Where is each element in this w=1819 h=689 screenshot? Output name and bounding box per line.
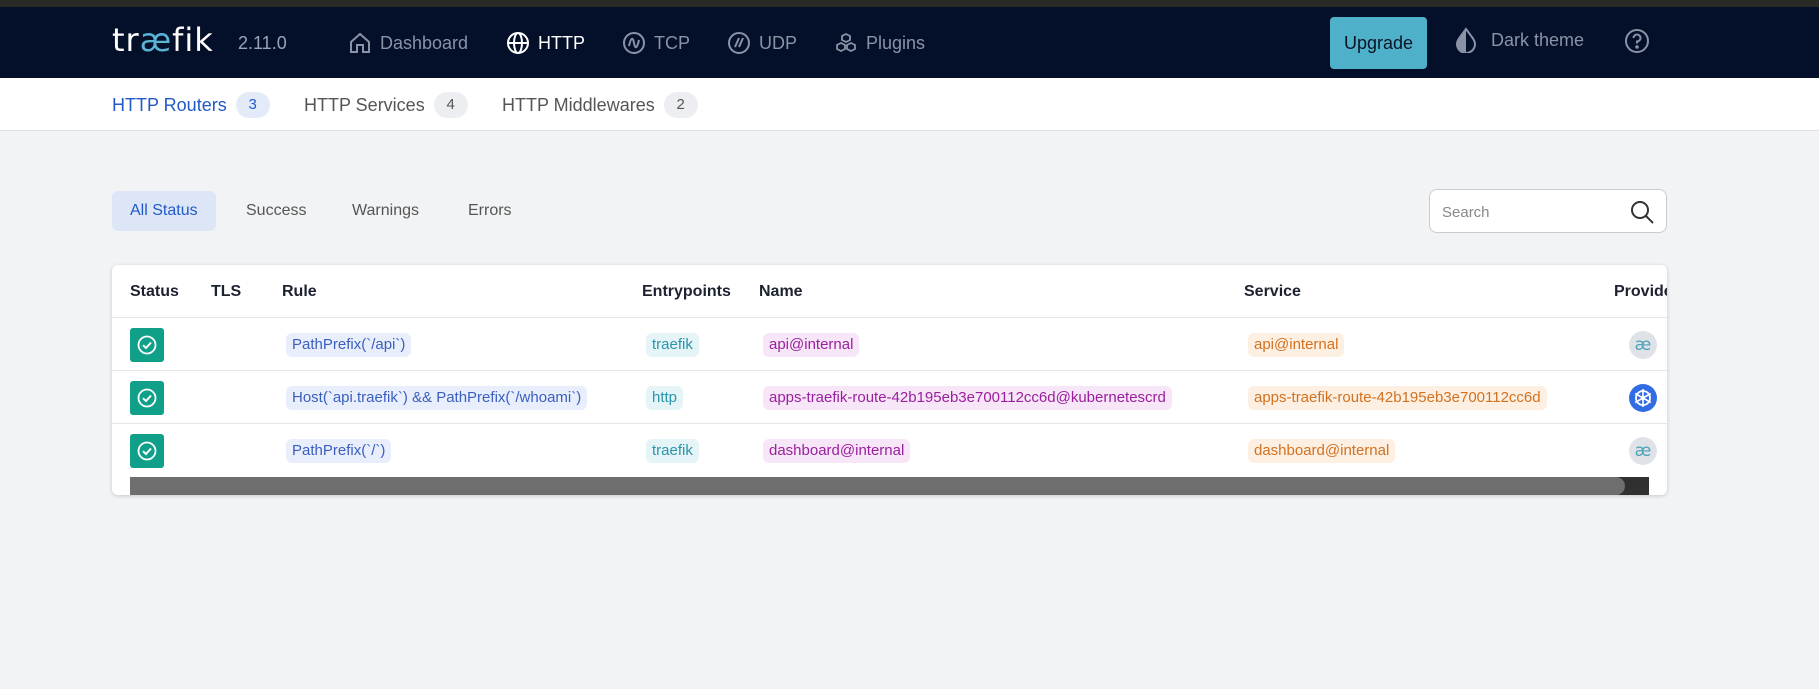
tab-http-middlewares[interactable]: HTTP Middlewares 2 <box>502 92 698 118</box>
tcp-icon <box>623 32 645 54</box>
column-header-name[interactable]: Name <box>759 283 803 301</box>
filter-warnings[interactable]: Warnings <box>334 191 437 231</box>
window-top-strip <box>0 0 1819 7</box>
table-row[interactable]: PathPrefix(`/`) traefik dashboard@intern… <box>112 423 1667 476</box>
dark-theme-toggle[interactable]: Dark theme <box>1455 27 1584 53</box>
tab-http-routers[interactable]: HTTP Routers 3 <box>112 92 270 118</box>
search-box <box>1429 189 1667 233</box>
nav-udp[interactable]: UDP <box>727 27 797 59</box>
status-success-badge <box>130 328 164 362</box>
routers-table: Status TLS Rule Entrypoints Name Service… <box>112 265 1667 495</box>
status-success-badge <box>130 381 164 415</box>
filter-errors[interactable]: Errors <box>450 191 530 231</box>
count-badge: 4 <box>433 92 468 118</box>
scrollbar-thumb[interactable] <box>130 477 1625 495</box>
tab-http-services[interactable]: HTTP Services 4 <box>304 92 468 118</box>
column-header-provider[interactable]: Provide <box>1614 283 1667 301</box>
search-input[interactable] <box>1442 200 1622 224</box>
service-chip: dashboard@internal <box>1248 439 1396 463</box>
nav-dashboard[interactable]: Dashboard <box>348 27 468 59</box>
help-icon[interactable] <box>1624 28 1650 54</box>
nav-tcp[interactable]: TCP <box>622 27 690 59</box>
router-name-chip: dashboard@internal <box>763 439 911 463</box>
udp-icon <box>728 32 750 54</box>
version-label: 2.11.0 <box>238 33 287 53</box>
count-badge: 2 <box>663 92 698 118</box>
service-chip: apps-traefik-route-42b195eb3e700112cc6d <box>1248 386 1547 410</box>
router-name-chip: api@internal <box>763 333 860 357</box>
column-header-rule[interactable]: Rule <box>282 283 317 301</box>
sub-tabs-bar: HTTP Routers 3 HTTP Services 4 HTTP Midd… <box>0 78 1819 131</box>
traefik-logo[interactable]: træfik <box>112 21 214 59</box>
service-chip: api@internal <box>1248 333 1345 357</box>
internal-provider-icon: æ <box>1629 437 1657 465</box>
horizontal-scrollbar[interactable] <box>130 477 1649 495</box>
status-success-badge <box>130 434 164 468</box>
entrypoint-chip: http <box>646 386 684 410</box>
check-circle-icon <box>137 441 157 461</box>
nav-plugins[interactable]: Plugins <box>834 27 925 59</box>
upgrade-button[interactable]: Upgrade <box>1330 17 1427 69</box>
table-row[interactable]: Host(`api.traefik`) && PathPrefix(`/whoa… <box>112 370 1667 423</box>
router-name-chip: apps-traefik-route-42b195eb3e700112cc6d@… <box>763 386 1172 410</box>
globe-icon <box>507 32 529 54</box>
rule-chip: PathPrefix(`/`) <box>286 439 392 463</box>
home-icon <box>350 32 370 53</box>
check-circle-icon <box>137 388 157 408</box>
entrypoint-chip: traefik <box>646 439 699 463</box>
filter-success[interactable]: Success <box>228 191 324 231</box>
table-row[interactable]: PathPrefix(`/api`) traefik api@internal … <box>112 317 1667 370</box>
count-badge: 3 <box>235 92 270 118</box>
column-header-status[interactable]: Status <box>130 283 179 301</box>
internal-provider-icon: æ <box>1629 331 1657 359</box>
nav-http[interactable]: HTTP <box>506 27 585 59</box>
column-header-service[interactable]: Service <box>1244 283 1301 301</box>
rule-chip: PathPrefix(`/api`) <box>286 333 412 357</box>
column-header-tls[interactable]: TLS <box>211 283 241 301</box>
top-navbar: træfik 2.11.0 Dashboard HTTP TCP UDP Plu… <box>0 7 1819 78</box>
entrypoint-chip: traefik <box>646 333 699 357</box>
kubernetes-icon <box>1629 384 1657 412</box>
rule-chip: Host(`api.traefik`) && PathPrefix(`/whoa… <box>286 386 588 410</box>
plugins-icon <box>836 32 856 53</box>
search-icon[interactable] <box>1629 199 1655 225</box>
filter-all-status[interactable]: All Status <box>112 191 216 231</box>
column-header-entrypoints[interactable]: Entrypoints <box>642 283 731 301</box>
droplet-icon <box>1455 27 1477 53</box>
check-circle-icon <box>137 335 157 355</box>
